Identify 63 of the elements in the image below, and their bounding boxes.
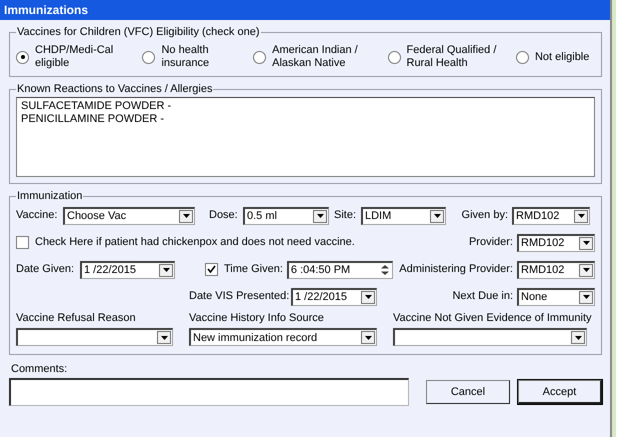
comments-field[interactable] xyxy=(9,378,409,406)
date-given-picker[interactable]: 1 /22/2015 xyxy=(80,260,175,278)
history-source-dropdown[interactable]: New immunization record xyxy=(189,328,377,346)
checkbox[interactable] xyxy=(205,263,218,276)
radio-button[interactable] xyxy=(253,50,266,64)
dropdown-arrow-icon xyxy=(574,336,582,340)
field-label: Vaccine Refusal Reason xyxy=(16,312,137,324)
field-label: Next Due in: xyxy=(452,290,513,303)
given-by-dropdown[interactable]: RMD102 xyxy=(512,206,590,224)
time-given-field[interactable]: 6 :04:50 PM xyxy=(286,260,393,278)
radio-button[interactable] xyxy=(142,50,156,64)
field-label: Site: xyxy=(334,209,358,222)
next-due-dropdown[interactable]: None xyxy=(517,288,595,306)
refusal-reason-dropdown[interactable] xyxy=(16,328,173,346)
checkbox[interactable] xyxy=(16,236,29,249)
radio-button[interactable] xyxy=(16,50,29,64)
field-label: Date Given: xyxy=(16,263,76,276)
dropdown-arrow-icon xyxy=(162,268,170,272)
dropdown-arrow-icon xyxy=(434,214,440,218)
vaccine-dropdown[interactable]: Choose Vac xyxy=(63,206,195,224)
administering-provider-dropdown[interactable]: RMD102 xyxy=(517,260,595,278)
reaction-line: PENICILLAMINE POWDER - xyxy=(21,113,166,126)
checkbox-label: Check Here if patient had chickenpox and does not need vaccine. xyxy=(35,236,355,249)
dropdown-arrow-icon xyxy=(160,336,168,340)
field-label: Dose: xyxy=(209,209,239,222)
group-legend: Immunization xyxy=(16,190,84,202)
radio-button[interactable] xyxy=(388,50,400,64)
field-label: Provider: xyxy=(468,236,513,249)
field-label: Administering Provider: xyxy=(399,263,513,276)
dialog-button[interactable]: Cancel xyxy=(426,380,510,404)
dropdown-arrow-icon xyxy=(364,336,372,340)
date-vis-picker[interactable]: 1 /22/2015 xyxy=(291,288,377,306)
provider-dropdown[interactable]: RMD102 xyxy=(517,234,595,252)
radio-label: Federal Qualified / Rural Health xyxy=(406,44,496,70)
dropdown-arrow-icon xyxy=(182,214,190,218)
field-label: Given by: xyxy=(460,209,508,222)
window-title: Immunizations xyxy=(0,0,610,20)
radio-button[interactable] xyxy=(516,50,529,64)
field-label: Vaccine History Info Source xyxy=(189,312,325,324)
radio-label: No health insurance xyxy=(161,44,210,70)
dropdown-arrow-icon xyxy=(582,295,590,299)
group-legend: Known Reactions to Vaccines / Allergies xyxy=(16,83,214,95)
group-legend: Vaccines for Children (VFC) Eligibility (check one) xyxy=(16,26,260,38)
spinner-icon[interactable] xyxy=(380,264,389,276)
evidence-dropdown[interactable] xyxy=(393,328,587,346)
dialog-button[interactable]: Accept xyxy=(518,380,602,404)
field-label: Date VIS Presented: xyxy=(189,290,290,303)
reaction-line: SULFACETAMIDE POWDER - xyxy=(21,100,172,113)
dropdown-arrow-icon xyxy=(316,214,324,218)
dropdown-arrow-icon xyxy=(364,295,372,299)
field-label: Time Given: xyxy=(224,263,283,276)
radio-label: American Indian / Alaskan Native xyxy=(272,44,359,70)
radio-label: CHDP/Medi-Cal eligible xyxy=(35,44,114,70)
field-label: Vaccine: xyxy=(16,209,58,222)
site-dropdown[interactable]: LDIM xyxy=(361,206,446,224)
field-label: Vaccine Not Given Evidence of Immunity xyxy=(393,312,592,324)
dropdown-arrow-icon xyxy=(578,214,584,218)
comments-label: Comments: xyxy=(11,363,68,375)
reactions-box[interactable]: SULFACETAMIDE POWDER - PENICILLAMINE POWDER - xyxy=(16,97,595,177)
radio-label: Not eligible xyxy=(534,50,590,64)
dose-dropdown[interactable]: 0.5 ml xyxy=(243,206,329,224)
dropdown-arrow-icon xyxy=(582,241,590,245)
dropdown-arrow-icon xyxy=(582,268,590,272)
